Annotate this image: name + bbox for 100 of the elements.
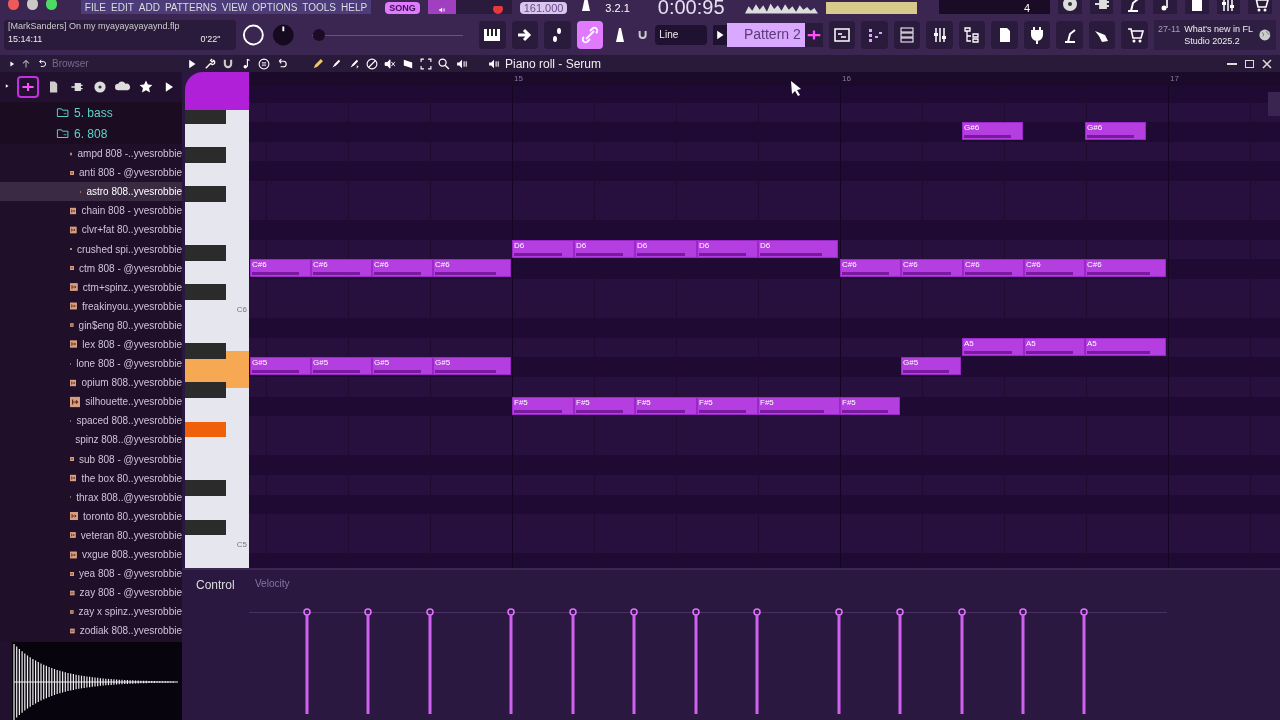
menu-item[interactable]: FILE <box>84 2 106 14</box>
sample-list-item[interactable]: thrax 808..@yvesrobbie <box>0 487 182 507</box>
sample-list-item[interactable]: spaced 808..yvesrobbie <box>0 411 182 431</box>
sample-list-item[interactable]: clvr+fat 80..yvesrobbie <box>0 220 182 240</box>
sample-list-item[interactable]: freakinyou..yvesrobbie <box>0 296 182 316</box>
note-block[interactable]: C#6 <box>901 259 963 278</box>
pitch-slider[interactable] <box>311 27 464 42</box>
zoom-button[interactable] <box>45 0 57 10</box>
duration-text: 0'22" <box>200 32 222 45</box>
sample-list-item[interactable]: vxgue 808..yvesrobbie <box>0 544 182 565</box>
mixer-icon[interactable] <box>1216 0 1241 14</box>
note-block[interactable]: G#5 <box>433 357 511 376</box>
sample-list-item[interactable]: toronto 80..yvesrobbie <box>0 506 182 526</box>
sample-list-item[interactable]: sub 808 - @yvesrobbie <box>0 449 182 469</box>
sample-list-item[interactable]: crushed spi..yvesrobbie <box>0 239 182 259</box>
note-icon[interactable] <box>1153 0 1177 14</box>
menu-item[interactable]: OPTIONS <box>252 2 298 14</box>
folder-tree-icon[interactable] <box>958 20 986 49</box>
note-block[interactable]: C#6 <box>963 259 1024 278</box>
sample-list-item[interactable]: ctm+spinz..yvesrobbie <box>0 277 182 297</box>
plug-icon[interactable] <box>1023 20 1051 49</box>
sample-list-item[interactable]: veteran 80..yvesrobbie <box>0 525 182 545</box>
hand-pointer-icon[interactable] <box>1088 20 1116 49</box>
news-panel[interactable]: 27-11 What's new in FL Studio 2025.2 <box>1153 19 1276 50</box>
note-block[interactable]: C#6 <box>1085 259 1166 278</box>
play-icon[interactable] <box>712 24 727 45</box>
stop-button[interactable] <box>455 0 484 14</box>
menu-item[interactable]: ADD <box>138 2 160 14</box>
note-block[interactable]: G#5 <box>311 357 372 376</box>
sample-list-item[interactable]: lex 808 - @yvesrobbie <box>0 334 182 355</box>
sample-list-item[interactable]: astro 808..yvesrobbie <box>0 182 182 202</box>
note-block[interactable]: C#6 <box>433 259 511 278</box>
plug-in-icon[interactable] <box>1089 0 1114 14</box>
note-block[interactable]: G#5 <box>250 357 311 376</box>
note-block[interactable]: G#5 <box>901 357 961 376</box>
piano-keyboard[interactable]: C6 C5 <box>185 110 249 568</box>
playlist-icon[interactable] <box>828 20 856 49</box>
maximize-button[interactable] <box>1245 59 1254 68</box>
minimize-button[interactable] <box>26 0 38 10</box>
sample-list-item[interactable]: ampd 808 -..yvesrobbie <box>0 144 182 164</box>
sharp-key[interactable] <box>185 519 226 536</box>
sample-list-item[interactable]: gin$eng 80..yvesrobbie <box>0 315 182 335</box>
cart-icon[interactable] <box>1248 0 1273 14</box>
menu-item[interactable]: HELP <box>341 2 368 14</box>
cart-icon[interactable] <box>1121 20 1148 49</box>
folder-item[interactable]: 5. bass <box>74 103 113 122</box>
document-icon[interactable] <box>991 20 1018 49</box>
song-mode-toggle[interactable]: SONG <box>385 2 420 14</box>
menu-item[interactable]: VIEW <box>221 2 248 14</box>
footprint-icon[interactable] <box>544 20 571 49</box>
menu-item[interactable]: PATTERNS <box>164 2 217 14</box>
browser-tab[interactable] <box>17 76 39 98</box>
note-block[interactable]: C#6 <box>372 259 433 278</box>
close-button[interactable] <box>8 0 19 10</box>
tempo-display[interactable]: 161.000 <box>519 2 568 14</box>
note-block[interactable]: G#6 <box>962 122 1023 141</box>
note-block[interactable]: G#5 <box>372 357 433 376</box>
record-button[interactable] <box>483 0 512 14</box>
snap-dropdown[interactable]: Line <box>655 24 707 45</box>
lamp-icon[interactable] <box>1056 20 1083 49</box>
sample-list-item[interactable]: spinz 808..@yvesrobbie <box>0 430 182 450</box>
sample-list-item[interactable]: opium 808..yvesrobbie <box>0 373 182 393</box>
piano-icon[interactable] <box>479 20 506 49</box>
mixer-icon[interactable] <box>926 20 953 49</box>
sample-list-item[interactable]: zodiak 808..yvesrobbie <box>0 621 182 641</box>
pressed-sharp-key[interactable] <box>185 421 226 438</box>
sample-list-item[interactable]: anti 808 - @yvesrobbie <box>0 163 182 183</box>
sample-list-item[interactable]: zay 808 - @yvesrobbie <box>0 583 182 603</box>
roll-corner-button[interactable] <box>185 72 249 110</box>
note-block[interactable]: C#6 <box>250 259 311 278</box>
link-icon[interactable] <box>576 20 604 49</box>
pattern-selector[interactable]: Pattern 2 <box>726 22 805 47</box>
sample-list-item[interactable]: zay x spinz..yvesrobbie <box>0 602 182 622</box>
menu-item[interactable]: EDIT <box>111 2 134 14</box>
control-label[interactable]: Control <box>196 576 249 594</box>
wrench-icon <box>203 56 217 71</box>
polyphony-count: 4 <box>1023 2 1030 14</box>
pause-button[interactable] <box>427 0 456 14</box>
sample-list-item[interactable]: yea 808 - @yvesrobbie <box>0 564 182 584</box>
news-text: What's new in FL Studio 2025.2 <box>1184 22 1254 47</box>
sample-list-item[interactable]: the box 80..yvesrobbie <box>0 468 182 488</box>
sample-list-item[interactable]: ctm 808 - @yvesrobbie <box>0 258 182 278</box>
lamp-icon[interactable] <box>1121 0 1146 14</box>
sample-list-item[interactable]: chain 808 - yvesrobbie <box>0 201 182 221</box>
note-block[interactable]: G#6 <box>1085 122 1146 141</box>
sample-list-item[interactable]: silhouette..yvesrobbie <box>0 392 182 412</box>
sample-list-item[interactable]: lone 808 - @yvesrobbie <box>0 354 182 374</box>
note-block[interactable]: C#6 <box>840 259 901 278</box>
no-entry-icon <box>365 56 379 71</box>
document-icon[interactable] <box>1184 0 1209 14</box>
piano-roll-icon[interactable] <box>861 20 888 49</box>
folder-item[interactable]: 6. 808 <box>74 124 108 143</box>
list-icon[interactable] <box>893 20 921 49</box>
note-block[interactable]: C#6 <box>311 259 372 278</box>
minimize-button[interactable] <box>1227 62 1237 65</box>
note-block[interactable]: C#6 <box>1024 259 1085 278</box>
menu-item[interactable]: TOOLS <box>302 2 337 14</box>
scrollbar-thumb[interactable] <box>1268 92 1280 116</box>
timeline-ruler[interactable]: 15 16 17 <box>249 72 1280 86</box>
add-icon[interactable] <box>804 22 823 47</box>
